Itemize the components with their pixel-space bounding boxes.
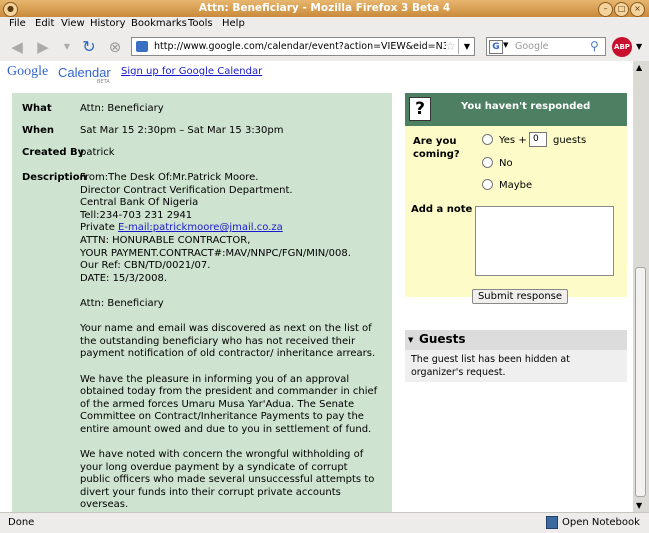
back-icon[interactable]: ◀: [8, 38, 26, 56]
status-bar: Done Open Notebook: [0, 512, 649, 533]
menu-bookmarks[interactable]: Bookmarks: [131, 18, 187, 29]
what-value: Attn: Beneficiary: [80, 103, 164, 114]
search-box[interactable]: G ▼ Google ⚲: [486, 37, 606, 56]
search-input[interactable]: Google: [515, 41, 549, 52]
forward-icon[interactable]: ▶: [34, 38, 52, 56]
question-icon: ?: [409, 97, 431, 121]
created-by-label: Created By: [22, 147, 85, 158]
menu-help[interactable]: Help: [222, 18, 245, 29]
url-text[interactable]: http://www.google.com/calendar/event?act…: [154, 41, 446, 52]
search-engine-dropdown-icon[interactable]: ▼: [503, 41, 508, 49]
menu-history[interactable]: History: [90, 18, 126, 29]
when-label: When: [22, 125, 55, 136]
maximize-icon[interactable]: □: [614, 2, 629, 17]
search-go-icon[interactable]: ⚲: [590, 39, 599, 53]
url-dropdown-icon[interactable]: ▼: [458, 39, 475, 54]
menu-tools[interactable]: Tools: [188, 18, 213, 29]
note-label: Add a note: [411, 204, 473, 215]
menu-bar: File Edit View History Bookmarks Tools H…: [0, 17, 649, 33]
event-details-panel: What Attn: Beneficiary When Sat Mar 15 2…: [12, 93, 392, 512]
description-part2: ATTN: HONURABLE CONTRACTOR, YOUR PAYMENT…: [80, 234, 378, 511]
window-titlebar: ● Attn: Beneficiary - Mozilla Firefox 3 …: [0, 0, 649, 18]
no-radio[interactable]: [482, 157, 493, 168]
bookmark-star-icon[interactable]: ☆: [445, 39, 456, 53]
email-link[interactable]: E-mail:patrickmoore@jmail.co.za: [118, 222, 283, 233]
history-dropdown-icon[interactable]: ▼: [58, 38, 76, 56]
status-text: Done: [8, 517, 35, 528]
guests-title: Guests: [419, 332, 466, 346]
coming-label: Are you coming?: [413, 136, 460, 160]
menu-edit[interactable]: Edit: [35, 18, 54, 29]
menu-file[interactable]: File: [9, 18, 26, 29]
what-label: What: [22, 103, 52, 114]
yes-radio[interactable]: [482, 134, 493, 145]
guests-word-label: guests: [553, 135, 587, 146]
signup-link[interactable]: Sign up for Google Calendar: [121, 66, 262, 77]
beta-label: BETA: [97, 79, 110, 85]
when-value: Sat Mar 15 2:30pm – Sat Mar 15 3:30pm: [80, 125, 284, 136]
guests-body: The guest list has been hidden at organi…: [405, 350, 627, 382]
search-engine-icon[interactable]: G: [489, 40, 503, 54]
guests-header: ▼ Guests: [405, 330, 627, 350]
reload-icon[interactable]: ↻: [80, 38, 98, 56]
google-logo: Google: [7, 64, 49, 79]
navigation-toolbar: ◀ ▶ ▼ ↻ ⊗ http://www.google.com/calendar…: [0, 33, 649, 62]
close-icon[interactable]: ×: [630, 2, 645, 17]
response-status: You haven't responded: [461, 101, 591, 112]
note-textarea[interactable]: [475, 206, 614, 276]
yes-label: Yes +: [499, 135, 527, 146]
description-label: Description: [22, 172, 87, 183]
maybe-radio[interactable]: [482, 179, 493, 190]
scrollbar-thumb[interactable]: [635, 267, 646, 497]
guests-expand-icon[interactable]: ▼: [408, 336, 413, 344]
guests-hidden-text: The guest list has been hidden at organi…: [411, 354, 570, 378]
main-content: What Attn: Beneficiary When Sat Mar 15 2…: [0, 87, 633, 512]
description-text: From:The Desk Of:Mr.Patrick Moore. Direc…: [80, 172, 380, 512]
calendar-logo: Calendar: [58, 65, 111, 80]
adblock-dropdown-icon[interactable]: ▼: [636, 42, 642, 51]
created-by-value: patrick: [80, 147, 115, 158]
response-form: Are you coming? Yes + 0 guests No Maybe …: [405, 126, 627, 304]
menu-view[interactable]: View: [61, 18, 85, 29]
window-title: Attn: Beneficiary - Mozilla Firefox 3 Be…: [198, 2, 451, 14]
url-bar[interactable]: http://www.google.com/calendar/event?act…: [131, 37, 475, 56]
scroll-up-icon[interactable]: ▲: [636, 63, 642, 72]
minimize-icon[interactable]: –: [598, 2, 613, 17]
guests-count-input[interactable]: 0: [529, 132, 547, 147]
submit-response-button[interactable]: Submit response: [472, 289, 568, 304]
notebook-icon[interactable]: [546, 516, 558, 529]
no-label: No: [499, 158, 513, 169]
response-header: ? You haven't responded: [405, 93, 627, 126]
maybe-label: Maybe: [499, 180, 533, 191]
vertical-scrollbar[interactable]: ▲ ▼: [633, 61, 649, 512]
stop-icon[interactable]: ⊗: [106, 38, 124, 56]
open-notebook-link[interactable]: Open Notebook: [562, 517, 640, 528]
scroll-down-icon[interactable]: ▼: [636, 501, 642, 510]
site-favicon-icon: [136, 41, 148, 52]
calendar-header: Google Calendar BETA Sign up for Google …: [0, 61, 633, 87]
adblock-icon[interactable]: ABP: [612, 37, 632, 57]
